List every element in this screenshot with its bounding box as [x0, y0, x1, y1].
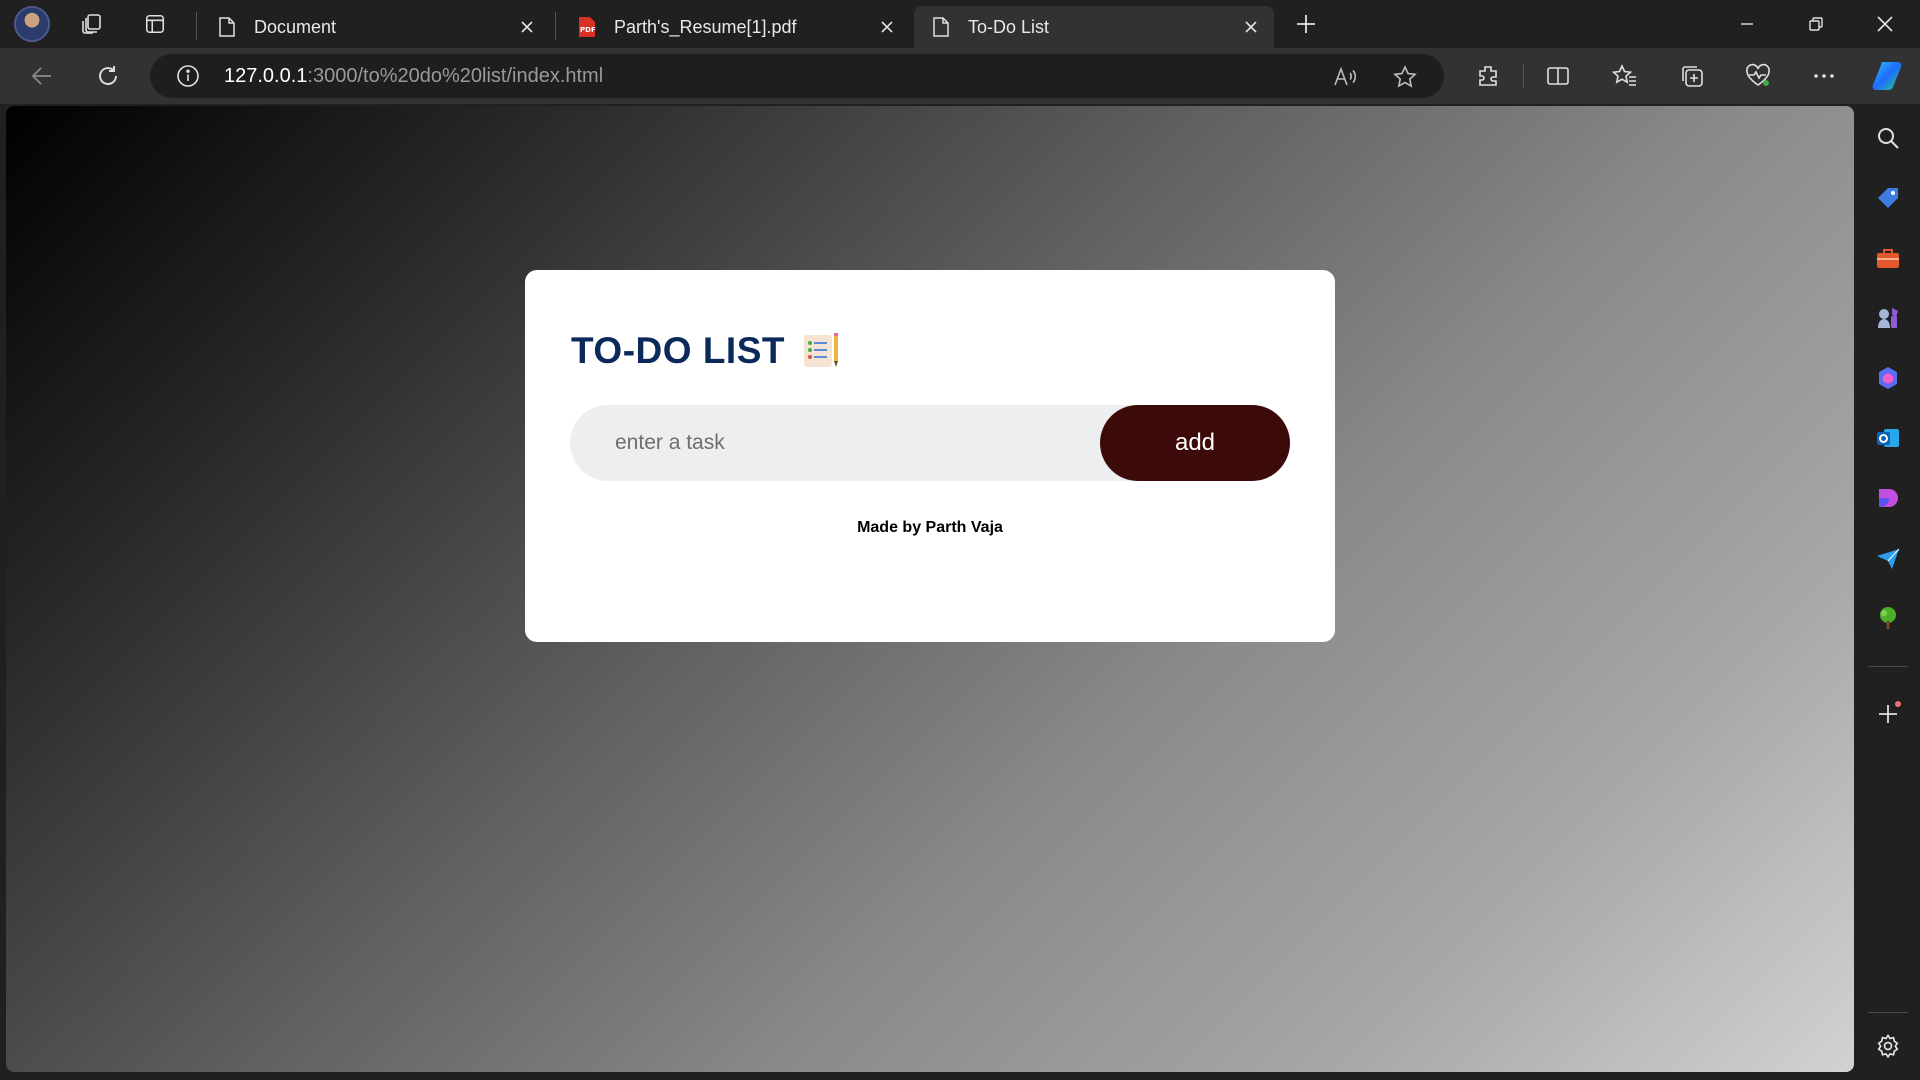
tab-document[interactable]: Document — [200, 6, 550, 48]
close-window-button[interactable] — [1855, 0, 1915, 48]
browser-toolbar: 127.0.0.1:3000/to%20do%20list/index.html — [0, 48, 1920, 104]
profile-avatar[interactable] — [14, 6, 50, 42]
games-icon[interactable] — [1872, 302, 1904, 334]
edge-sidebar — [1856, 104, 1920, 1080]
task-input[interactable] — [570, 405, 1110, 481]
url-path: :3000/to%20do%20list/index.html — [307, 64, 604, 87]
favorite-star-icon[interactable] — [1390, 62, 1420, 92]
refresh-button[interactable] — [90, 58, 126, 94]
tab-todo-list[interactable]: To-Do List — [914, 6, 1274, 48]
copilot-icon[interactable] — [1870, 57, 1908, 95]
svg-text:PDF: PDF — [580, 26, 596, 34]
more-menu-icon[interactable] — [1808, 60, 1840, 92]
title-row: TO-DO LIST — [571, 330, 841, 372]
checklist-icon — [801, 331, 841, 371]
tree-icon[interactable] — [1872, 602, 1904, 634]
close-icon[interactable] — [1240, 16, 1262, 38]
outlook-icon[interactable] — [1872, 422, 1904, 454]
designer-icon[interactable] — [1872, 482, 1904, 514]
close-icon[interactable] — [876, 16, 898, 38]
url-host: 127.0.0.1 — [224, 64, 308, 87]
tab-bar: Document PDF Parth's_Resume[1].pdf To-Do… — [0, 0, 1920, 48]
browser-essentials-icon[interactable] — [1742, 60, 1774, 92]
tab-actions-icon[interactable] — [141, 10, 169, 38]
back-button[interactable] — [24, 58, 60, 94]
todo-card: TO-DO LIST add Made by Parth Vaja — [525, 270, 1335, 642]
settings-gear-icon[interactable] — [1872, 1030, 1904, 1062]
url-text[interactable]: 127.0.0.1:3000/to%20do%20list/index.html — [224, 65, 603, 88]
tab-label: To-Do List — [968, 16, 1050, 37]
restore-button[interactable] — [1786, 0, 1846, 48]
tab-resume-pdf[interactable]: PDF Parth's_Resume[1].pdf — [560, 6, 910, 48]
read-aloud-icon[interactable] — [1330, 62, 1360, 92]
favorites-icon[interactable] — [1609, 60, 1641, 92]
tab-label: Parth's_Resume[1].pdf — [614, 16, 797, 37]
page-viewport: TO-DO LIST add Made by Parth Vaja — [6, 106, 1854, 1072]
send-icon[interactable] — [1872, 542, 1904, 574]
tools-briefcase-icon[interactable] — [1872, 242, 1904, 274]
search-icon[interactable] — [1872, 122, 1904, 154]
page-icon — [216, 16, 238, 38]
tab-label: Document — [254, 16, 337, 37]
collections-icon[interactable] — [1676, 60, 1708, 92]
pdf-icon: PDF — [576, 16, 598, 38]
close-icon[interactable] — [516, 16, 538, 38]
task-input-row: add — [570, 405, 1290, 481]
bottom-edge — [0, 1072, 1856, 1080]
extensions-icon[interactable] — [1472, 60, 1504, 92]
shopping-tag-icon[interactable] — [1872, 182, 1904, 214]
page-title: TO-DO LIST — [571, 330, 785, 371]
add-button[interactable]: add — [1100, 405, 1290, 481]
copilot-sidebar-icon[interactable] — [1872, 362, 1904, 394]
split-screen-icon[interactable] — [1542, 60, 1574, 92]
workspaces-icon[interactable] — [78, 10, 106, 38]
add-sidebar-app-icon[interactable] — [1872, 698, 1904, 730]
credit-text: Made by Parth Vaja — [857, 519, 1003, 536]
address-bar[interactable]: 127.0.0.1:3000/to%20do%20list/index.html — [150, 54, 1444, 98]
site-info-icon[interactable] — [174, 62, 202, 90]
new-tab-icon[interactable] — [1292, 10, 1320, 38]
minimize-button[interactable] — [1717, 0, 1777, 48]
page-icon — [930, 16, 952, 38]
